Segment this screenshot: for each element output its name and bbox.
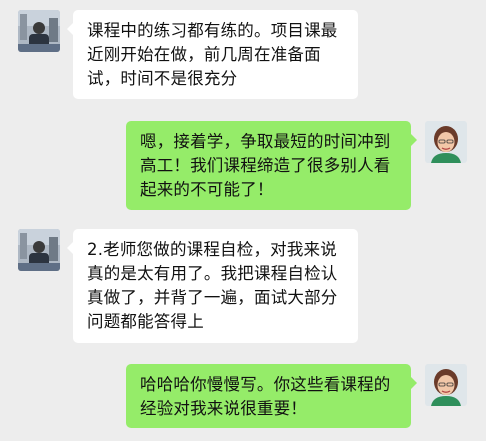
- message-bubble-incoming[interactable]: 课程中的练习都有练的。项目课最 近刚开始在做，前几周在准备面 试，时间不是很充分: [67, 10, 358, 99]
- message-text-line: 真的是太有用了。我把课程自检认: [87, 264, 338, 283]
- message-text-line: 哈哈哈你慢慢写。你这些看课程的: [140, 375, 391, 394]
- bubble-tail: [67, 23, 73, 35]
- contact-avatar-image: [18, 10, 60, 52]
- message-bubble-incoming[interactable]: 2.老师您做的课程自检，对我来说 真的是太有用了。我把课程自检认 真做了，并背了…: [67, 229, 358, 343]
- contact-avatar[interactable]: [18, 10, 60, 52]
- message-text-line: 问题都能答得上: [87, 312, 204, 331]
- self-avatar[interactable]: [425, 121, 467, 163]
- message-text-line: 经验对我来说很重要！: [140, 399, 307, 418]
- bubble-tail: [411, 134, 417, 146]
- chat-window: 课程中的练习都有练的。项目课最 近刚开始在做，前几周在准备面 试，时间不是很充分…: [0, 0, 486, 441]
- contact-avatar-image: [18, 229, 60, 271]
- message-text-line: 2.老师您做的课程自检，对我来说: [87, 240, 337, 259]
- message-text-line: 嗯，接着学，争取最短的时间冲到: [140, 132, 391, 151]
- bubble-tail: [67, 242, 73, 254]
- bubble-tail: [411, 377, 417, 389]
- message-text-line: 近刚开始在做，前几周在准备面: [87, 45, 321, 64]
- message-text-line: 试，时间不是很充分: [87, 69, 238, 88]
- message-text-line: 真做了，并背了一遍，面试大部分: [87, 288, 338, 307]
- self-avatar-image: [425, 121, 467, 163]
- self-avatar[interactable]: [425, 364, 467, 406]
- message-bubble-outgoing[interactable]: 嗯，接着学，争取最短的时间冲到 高工！我们课程缔造了很多别人看 起来的不可能了！: [126, 121, 417, 210]
- contact-avatar[interactable]: [18, 229, 60, 271]
- message-text-line: 高工！我们课程缔造了很多别人看: [140, 156, 391, 175]
- message-bubble-outgoing[interactable]: 哈哈哈你慢慢写。你这些看课程的 经验对我来说很重要！: [126, 364, 417, 428]
- message-text-line: 课程中的练习都有练的。项目课最: [87, 21, 338, 40]
- message-text-line: 起来的不可能了！: [140, 180, 274, 199]
- self-avatar-image: [425, 364, 467, 406]
